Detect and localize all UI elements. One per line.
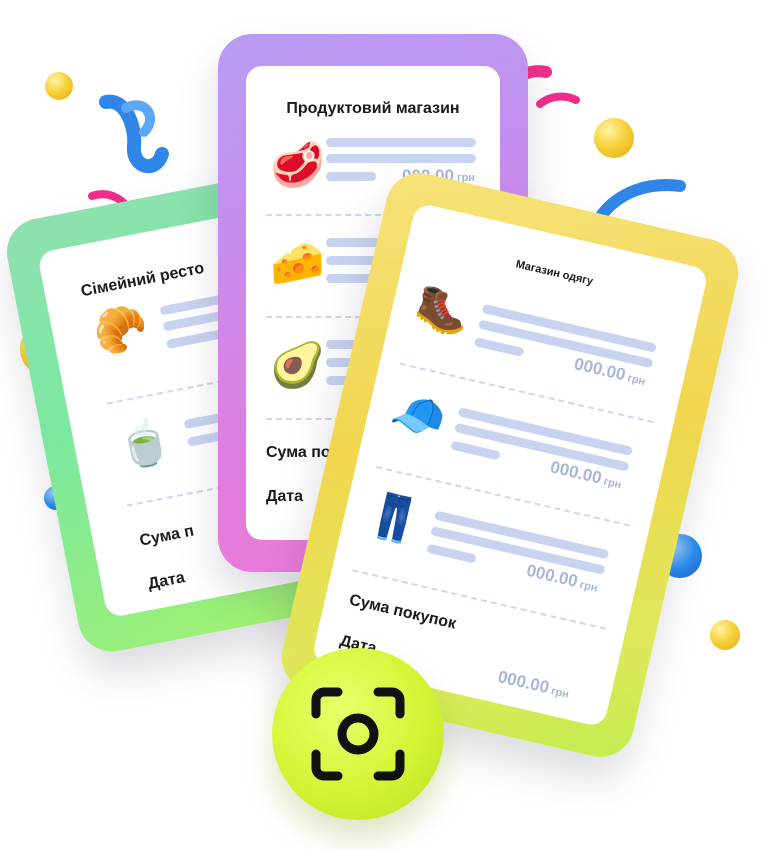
- placeholder-line: [473, 337, 525, 358]
- date-label: Дата: [146, 569, 187, 593]
- meat-icon: 🥩: [270, 141, 325, 190]
- placeholder-line: [426, 543, 477, 564]
- hot-drink-icon: 🍵: [113, 414, 177, 473]
- total-label: Сума покупок: [347, 591, 458, 633]
- receipt-title: Продуктовий магазин: [286, 100, 460, 117]
- date-value: 000.00грн: [496, 666, 571, 701]
- scan-receipt-button[interactable]: [272, 648, 444, 820]
- boot-icon: 🥾: [410, 280, 475, 341]
- placeholder-line: [326, 138, 476, 147]
- avocado-icon: 🥑: [270, 341, 325, 390]
- placeholder-line: [326, 154, 476, 163]
- placeholder-line: [450, 440, 501, 461]
- date-label: Дата: [266, 488, 304, 505]
- placeholder-line: [326, 172, 376, 181]
- total-label: Сума п: [138, 522, 196, 550]
- yellow-ball-decoration: [45, 72, 73, 100]
- yellow-ball-decoration: [710, 620, 740, 650]
- jeans-icon: 👖: [362, 488, 427, 549]
- cap-icon: 🧢: [385, 385, 451, 446]
- blue-squiggle-decoration: [99, 94, 169, 174]
- cheese-icon: 🧀: [270, 239, 325, 288]
- croissant-icon: 🥐: [89, 300, 153, 360]
- yellow-ball-decoration: [594, 118, 634, 158]
- camera-scan-icon: [311, 687, 405, 781]
